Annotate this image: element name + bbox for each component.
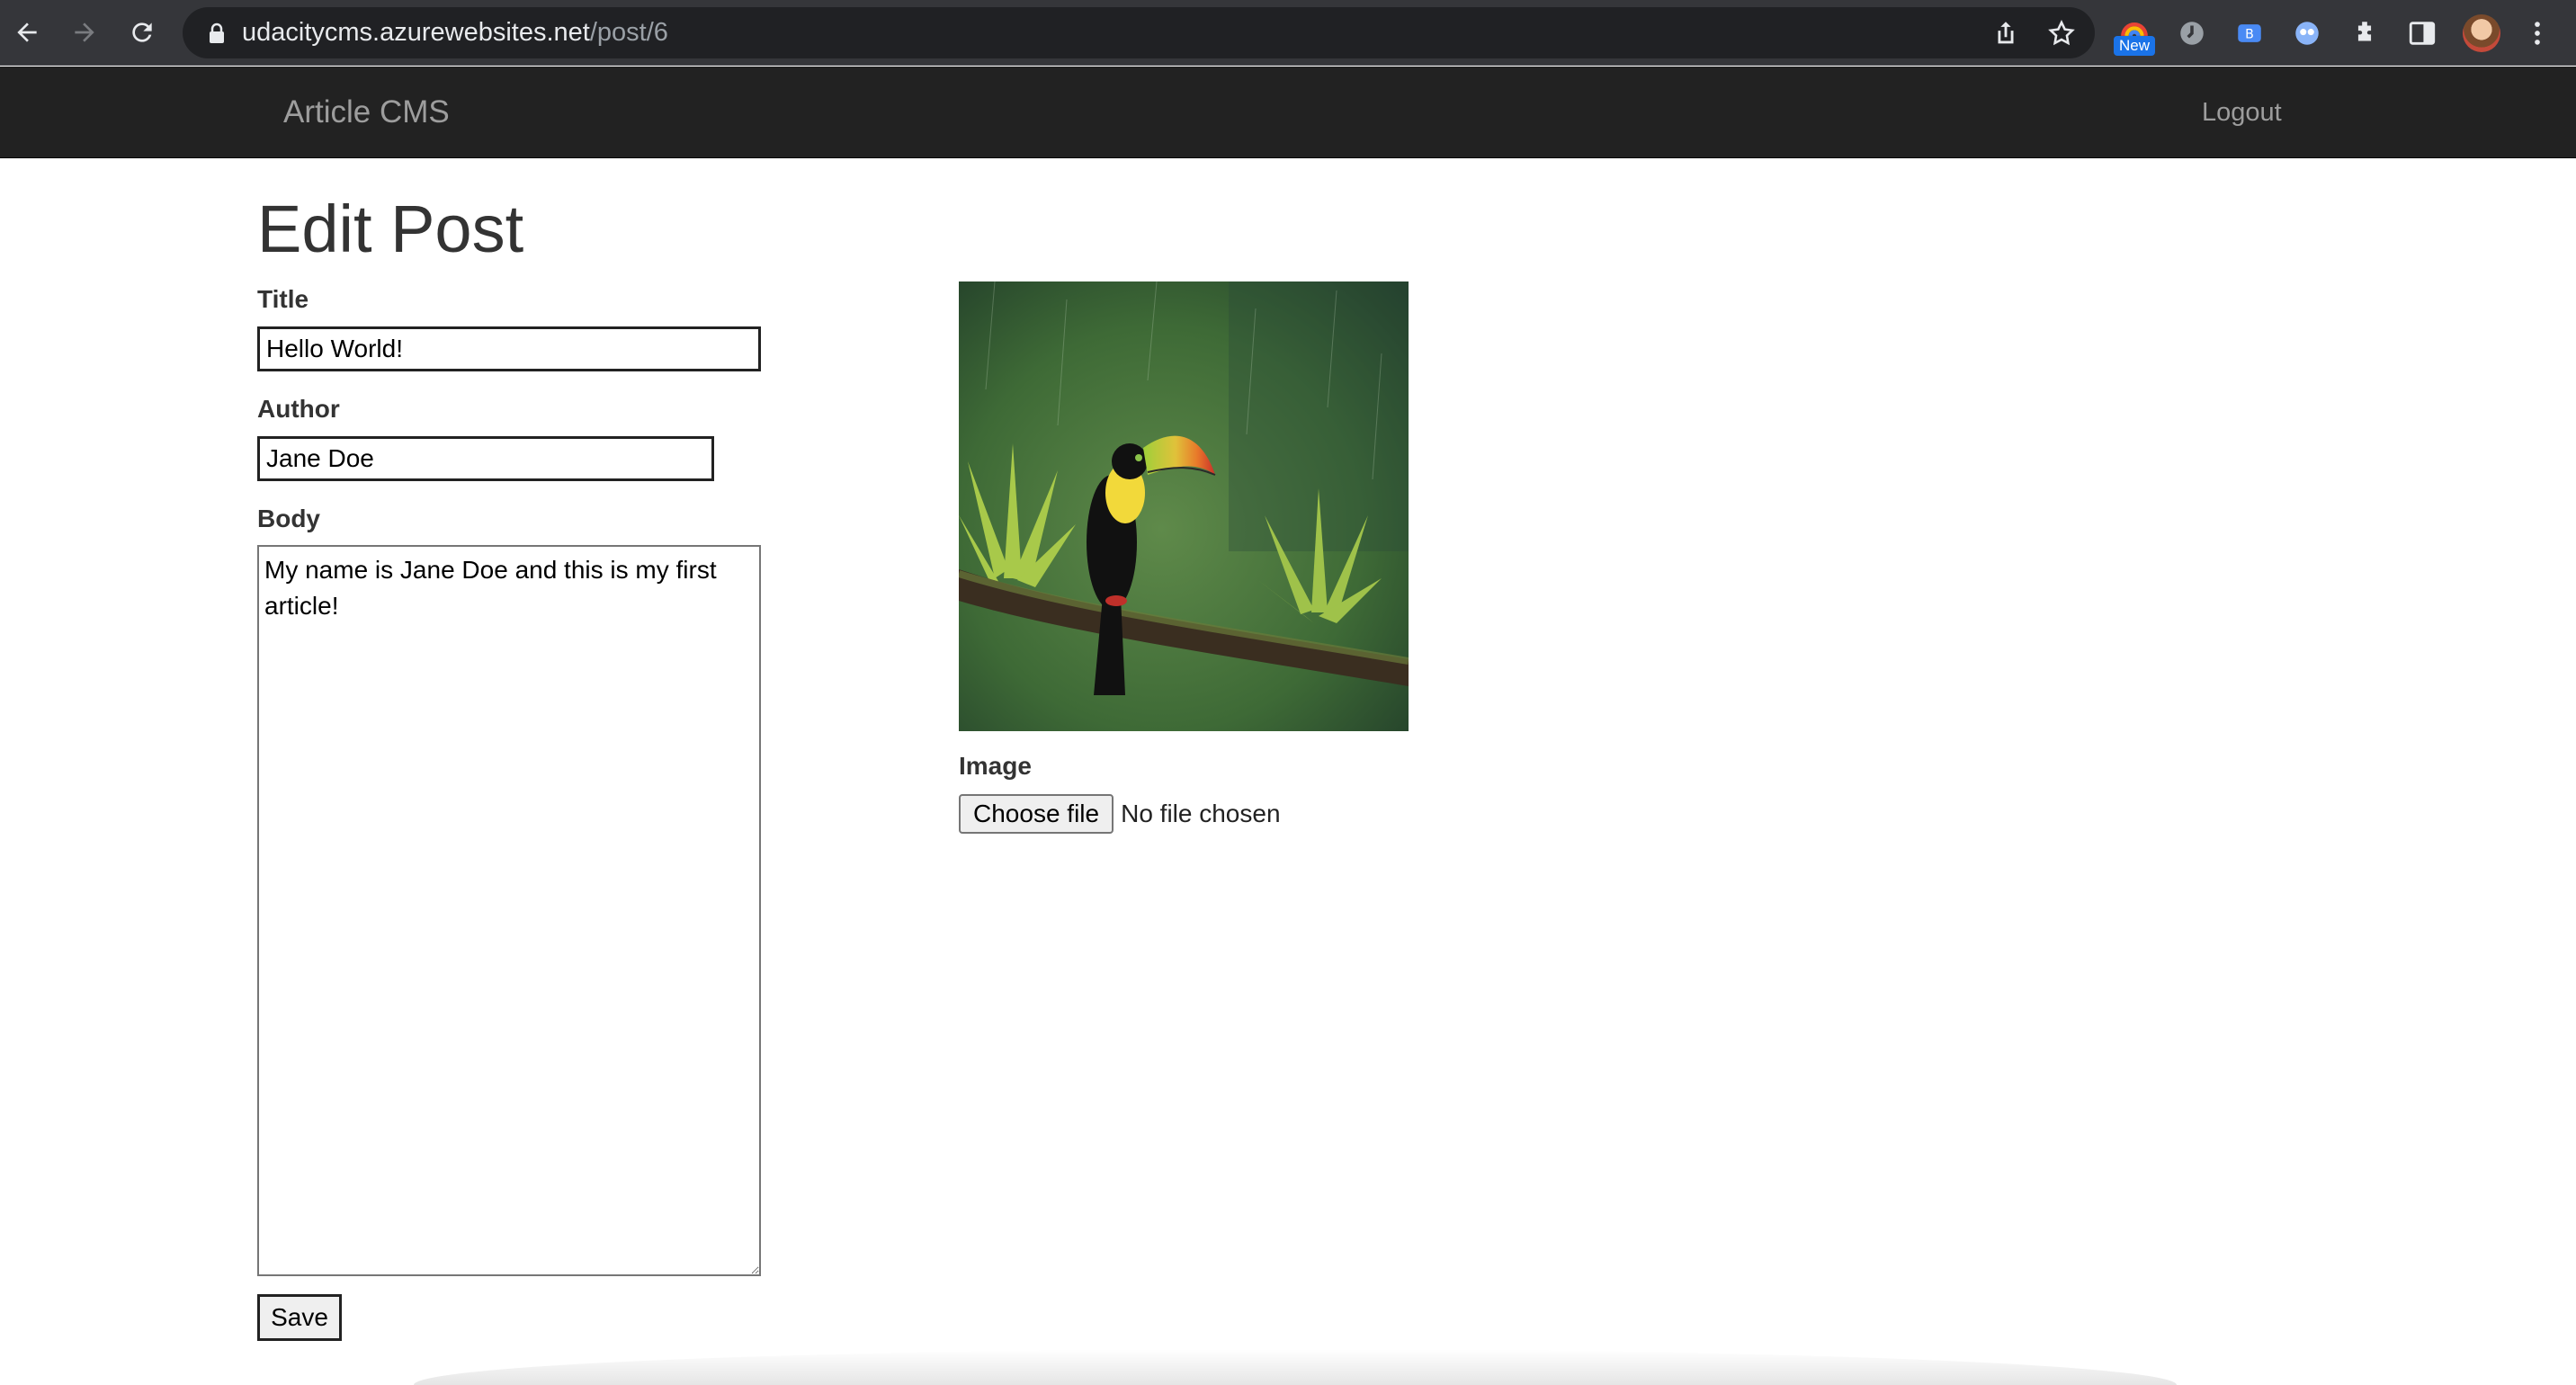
file-status-text: No file chosen [1121,800,1281,827]
title-label: Title [257,285,309,313]
blue-extension-icon[interactable]: B [2231,14,2268,52]
body-textarea[interactable] [257,545,761,1276]
puzzle-icon [2357,22,2372,41]
svg-text:B: B [2245,28,2254,42]
side-panel-button[interactable] [2403,14,2441,52]
forward-button[interactable] [65,13,104,52]
side-panel-icon [2409,22,2436,45]
profile-avatar[interactable] [2463,14,2500,52]
title-input[interactable] [257,326,761,371]
kebab-menu-icon [2535,22,2540,45]
url-host: udacitycms.azurewebsites.net [242,18,590,47]
owl-extension-icon[interactable] [2288,14,2326,52]
url-text: udacitycms.azurewebsites.net/post/6 [242,7,668,58]
browser-toolbar: udacitycms.azurewebsites.net/post/6 New … [0,0,2576,66]
reload-icon [132,22,152,42]
clock-extension-icon[interactable] [2173,14,2211,52]
address-bar[interactable]: udacitycms.azurewebsites.net/post/6 [183,7,2095,58]
site-navbar: Article CMS Logout [0,67,2576,158]
share-icon[interactable] [1990,18,2021,49]
author-input[interactable] [257,436,714,481]
logout-link[interactable]: Logout [2202,67,2282,158]
save-button[interactable]: Save [257,1294,342,1341]
page-shadow [414,1349,2177,1385]
back-button[interactable] [7,13,47,52]
extensions-button[interactable] [2346,14,2384,52]
url-path: /post/6 [589,18,668,47]
star-icon[interactable] [2046,18,2077,49]
image-file-input[interactable]: Choose file No file chosen [959,793,1281,835]
author-label: Author [257,395,340,423]
new-badge: New [2114,36,2155,56]
image-label: Image [959,752,1032,780]
back-arrow-icon [17,22,37,42]
brand-link[interactable]: Article CMS [283,67,450,158]
reload-button[interactable] [122,13,162,52]
browser-menu-button[interactable] [2518,14,2556,52]
forward-arrow-icon [75,22,94,42]
choose-file-button[interactable]: Choose file [959,794,1114,834]
page-title: Edit Post [257,192,524,266]
post-image [959,281,1409,731]
lock-icon [210,22,224,43]
body-label: Body [257,505,320,532]
